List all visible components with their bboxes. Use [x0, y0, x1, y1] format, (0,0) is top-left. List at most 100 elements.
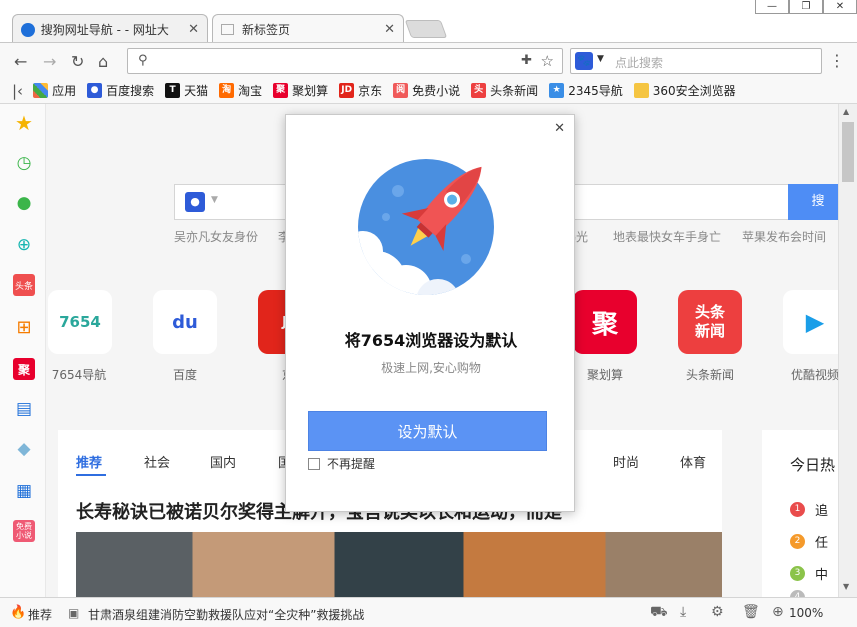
gear-icon[interactable]: ⚙: [711, 604, 724, 620]
hot-list-item[interactable]: 1 追: [790, 500, 828, 519]
active-tab-underline: [76, 474, 106, 476]
apps-grid-icon: [33, 83, 49, 98]
tile-label[interactable]: 百度: [140, 366, 230, 383]
status-bar: 🔥 推荐 ▣ 甘肃酒泉组建消防空勤救援队应对“全灾种”救援挑战 ⛟ ⤓ ⚙ 🗑 …: [0, 597, 857, 627]
status-news-text[interactable]: 甘肃酒泉组建消防空勤救援队应对“全灾种”救援挑战: [88, 606, 364, 623]
navigation-toolbar: ← → ↻ ⌂ ⚲ ✚ ☆ 🐾 ▼ 点此搜索 ⋮: [0, 42, 857, 78]
news-tab-fashion[interactable]: 时尚: [613, 452, 639, 471]
collapse-sidebar-icon[interactable]: |‹: [12, 82, 23, 100]
news-tab-recommend[interactable]: 推荐: [76, 452, 102, 471]
cart-icon[interactable]: ⊞: [13, 316, 35, 338]
star-icon[interactable]: ★: [13, 111, 35, 135]
reload-icon[interactable]: ↻: [71, 52, 84, 71]
novel-icon: 阅: [393, 83, 409, 98]
browser-window: 搜狗网址导航 - - 网址大 ✕ 新标签页 ✕ — ❐ ✕ ← → ↻ ⌂ ⚲ …: [0, 0, 857, 627]
vertical-scrollbar[interactable]: ▲ ▼: [838, 104, 857, 597]
tab-sogou[interactable]: 搜狗网址导航 - - 网址大 ✕: [12, 14, 208, 44]
sidebar: ★ ◷ ● ⊕ 头条 ⊞ 聚 ▤ ◆ ▦ 免费 小说: [0, 104, 46, 597]
tile-label[interactable]: 优酷视频: [770, 366, 838, 383]
hot-search-link[interactable]: 吴亦凡女友身份: [174, 228, 258, 245]
toutiao-icon: 头: [471, 83, 487, 98]
clock-icon[interactable]: ◷: [13, 152, 35, 174]
rocket-illustration: [358, 151, 508, 301]
news-tab-society[interactable]: 社会: [144, 452, 170, 471]
tile-youku[interactable]: ▶: [783, 290, 838, 354]
scrollbar-thumb[interactable]: [842, 122, 854, 182]
bookmark-2345[interactable]: ★ 2345导航: [549, 82, 623, 99]
title-bar: 搜狗网址导航 - - 网址大 ✕ 新标签页 ✕ — ❐ ✕: [0, 0, 857, 44]
search-circle-icon[interactable]: ⊕: [13, 234, 35, 256]
close-window-icon[interactable]: ✕: [823, 0, 857, 14]
news-tab-domestic[interactable]: 国内: [210, 452, 236, 471]
minimize-icon[interactable]: —: [755, 0, 789, 14]
wechat-icon[interactable]: ●: [13, 192, 35, 214]
address-bar[interactable]: ⚲ ✚ ☆: [127, 48, 563, 74]
dont-remind-checkbox[interactable]: 不再提醒: [308, 455, 375, 472]
film-icon[interactable]: ▤: [13, 398, 35, 420]
window-controls: — ❐ ✕: [755, 0, 857, 14]
tmall-icon: T: [165, 83, 181, 98]
menu-icon[interactable]: ⋮: [829, 51, 845, 70]
tile-7654[interactable]: 7654: [48, 290, 112, 354]
bookmark-apps[interactable]: 应用: [33, 82, 76, 99]
close-tab-icon[interactable]: ✕: [384, 22, 395, 37]
bookmark-toutiao[interactable]: 头 头条新闻: [471, 82, 538, 99]
bookmark-tmall[interactable]: T 天猫: [165, 82, 208, 99]
car-icon[interactable]: ⛟: [650, 604, 668, 622]
search-button[interactable]: 搜: [788, 184, 838, 220]
zoom-level[interactable]: 100%: [789, 606, 823, 620]
juhuasuan-icon[interactable]: 聚: [13, 358, 35, 380]
tab-new-tab[interactable]: 新标签页 ✕: [212, 14, 404, 44]
bookmark-label: 百度搜索: [106, 84, 155, 98]
new-tab-button[interactable]: [404, 20, 448, 38]
trash-icon[interactable]: 🗑: [742, 604, 760, 620]
download-icon[interactable]: ⤓: [680, 604, 686, 620]
recommend-label[interactable]: 推荐: [28, 606, 52, 623]
bookmark-baidu[interactable]: ● 百度搜索: [87, 82, 154, 99]
bookmark-360[interactable]: 360安全浏览器: [633, 82, 736, 99]
bookmark-jd[interactable]: JD 京东: [339, 82, 382, 99]
hot-list-item[interactable]: 2 任: [790, 532, 828, 551]
dialog-title: 将7654浏览器设为默认: [344, 331, 518, 350]
calculator-icon[interactable]: ▦: [13, 480, 35, 502]
baidu-paw-icon: ●: [87, 83, 103, 98]
hot-list-item[interactable]: 4: [790, 590, 815, 597]
search-placeholder[interactable]: 点此搜索: [615, 54, 663, 71]
tile-baidu[interactable]: du: [153, 290, 217, 354]
jd-icon: JD: [339, 83, 355, 98]
extension-icon[interactable]: ✚: [521, 53, 532, 68]
hot-list-panel: 今日热 1 追 2 任 3 中 4: [762, 430, 838, 597]
toutiao-icon[interactable]: 头条: [13, 274, 35, 296]
scroll-up-icon[interactable]: ▲: [843, 107, 849, 116]
search-box[interactable]: 🐾 ▼ 点此搜索: [570, 48, 822, 74]
forward-icon[interactable]: →: [43, 52, 56, 71]
back-icon[interactable]: ←: [14, 52, 27, 71]
chevron-down-icon[interactable]: ▼: [211, 195, 218, 205]
close-icon[interactable]: ✕: [554, 121, 565, 136]
checkbox-box[interactable]: [308, 457, 320, 470]
bookmark-taobao[interactable]: 淘 淘宝: [219, 82, 262, 99]
hot-list-item[interactable]: 3 中: [790, 564, 828, 583]
news-image[interactable]: [76, 532, 722, 597]
hot-search-link[interactable]: 苹果发布会时间: [742, 228, 826, 245]
tile-juhuasuan[interactable]: 聚: [573, 290, 637, 354]
bookmark-novel[interactable]: 阅 免费小说: [393, 82, 460, 99]
news-tab-sports[interactable]: 体育: [680, 452, 706, 471]
bookmark-star-icon[interactable]: ☆: [541, 52, 554, 70]
close-tab-icon[interactable]: ✕: [188, 22, 199, 37]
zoom-icon[interactable]: ⊕: [772, 604, 784, 620]
tile-label[interactable]: 头条新闻: [665, 366, 755, 383]
tile-toutiao[interactable]: 头条 新闻: [678, 290, 742, 354]
baidu-paw-icon[interactable]: ●: [185, 192, 205, 212]
baidu-paw-icon[interactable]: 🐾: [575, 52, 593, 70]
free-novel-icon[interactable]: 免费 小说: [13, 520, 35, 542]
tag-icon[interactable]: ◆: [13, 438, 35, 460]
tile-label[interactable]: 7654导航: [46, 366, 124, 383]
set-default-button[interactable]: 设为默认: [308, 411, 547, 451]
hot-search-link[interactable]: 地表最快女车手身亡: [613, 228, 721, 245]
maximize-icon[interactable]: ❐: [789, 0, 823, 14]
home-icon[interactable]: ⌂: [98, 52, 108, 71]
bookmark-juhuasuan[interactable]: 聚 聚划算: [273, 82, 328, 99]
scroll-down-icon[interactable]: ▼: [843, 582, 849, 591]
chevron-down-icon[interactable]: ▼: [597, 54, 604, 64]
